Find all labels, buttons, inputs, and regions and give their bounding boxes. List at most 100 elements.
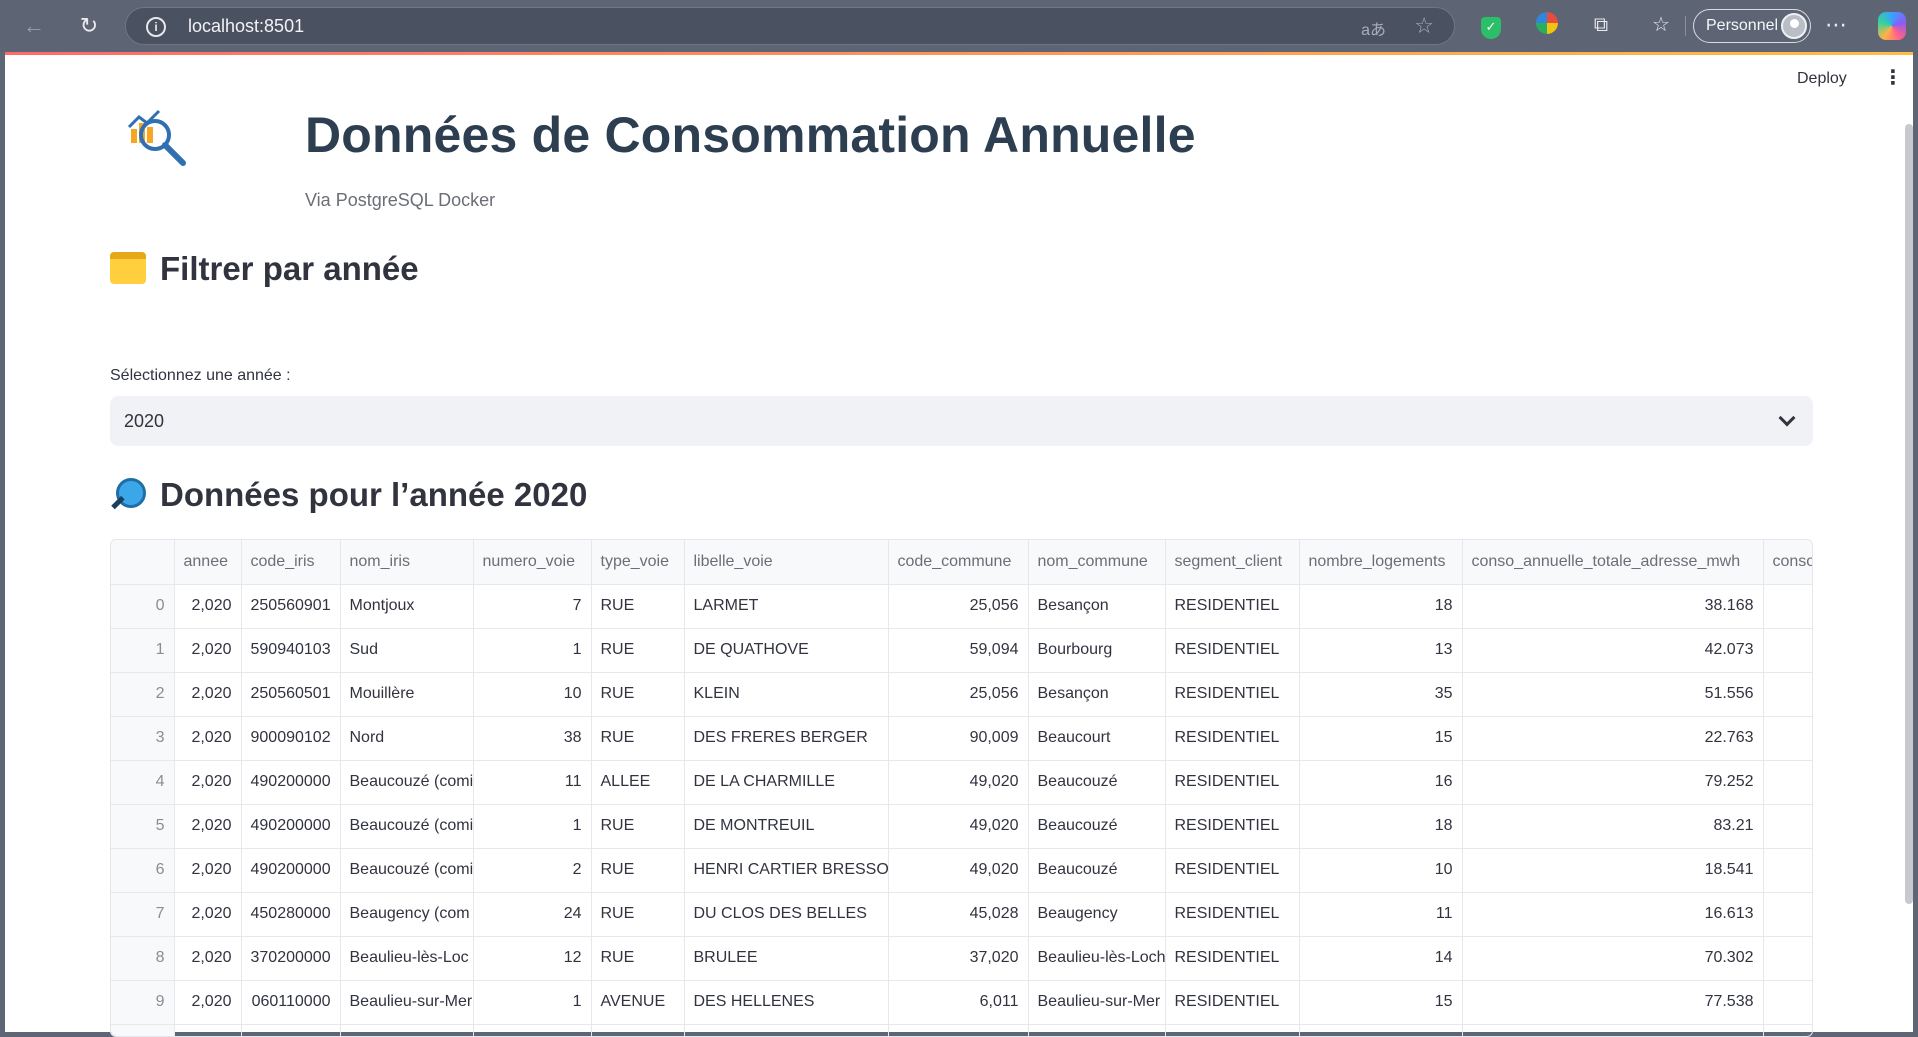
- table-row[interactable]: 5 2,020 490200000 Beaucouzé (comi 1 RUE DE MON…: [111, 804, 1812, 849]
- table-cell[interactable]: Beaucouzé (comi: [340, 804, 474, 849]
- table-cell[interactable]: 060110000: [241, 980, 341, 1025]
- table-cell[interactable]: RESIDENTIEL: [1165, 584, 1300, 629]
- table-cell[interactable]: 370200000: [241, 936, 341, 981]
- table-cell[interactable]: 22.763: [1462, 716, 1764, 761]
- table-cell[interactable]: RUE: [591, 672, 685, 717]
- table-cell[interactable]: 2,020: [174, 936, 242, 981]
- table-cell[interactable]: [111, 1024, 175, 1036]
- table-cell[interactable]: 2,020: [174, 760, 242, 805]
- table-cell[interactable]: Beaugency: [1028, 892, 1166, 937]
- table-cell[interactable]: 2,020: [174, 628, 242, 673]
- table-cell[interactable]: RUE: [591, 716, 685, 761]
- table-row[interactable]: 0 2,020 250560901 Montjoux 7 RUE LARMET 25,056 B…: [111, 584, 1812, 629]
- row-index[interactable]: 9: [111, 980, 175, 1025]
- column-header[interactable]: [111, 540, 175, 585]
- column-header[interactable]: annee: [174, 540, 242, 585]
- table-cell[interactable]: KLEIN: [684, 672, 889, 717]
- table-cell[interactable]: Beaulieu-sur-Mer: [1028, 980, 1166, 1025]
- table-cell[interactable]: 38.168: [1462, 584, 1764, 629]
- table-cell[interactable]: 7: [473, 584, 592, 629]
- table-cell[interactable]: Beaucouzé: [1028, 760, 1166, 805]
- table-cell[interactable]: Beaucouzé (comi: [340, 760, 474, 805]
- table-cell[interactable]: [1028, 1024, 1166, 1036]
- table-cell[interactable]: 15: [1299, 980, 1463, 1025]
- table-cell[interactable]: [473, 1024, 592, 1036]
- table-cell[interactable]: 49,020: [888, 760, 1029, 805]
- table-cell[interactable]: Beaucouzé: [1028, 848, 1166, 893]
- table-cell[interactable]: 10: [1299, 848, 1463, 893]
- table-cell[interactable]: RUE: [591, 584, 685, 629]
- table-cell[interactable]: 2,020: [174, 848, 242, 893]
- table-cell[interactable]: 16.613: [1462, 892, 1764, 937]
- table-row[interactable]: 1 2,020 590940103 Sud 1 RUE DE QUATHOVE 59,094 B…: [111, 628, 1812, 673]
- table-cell[interactable]: DES FRERES BERGER: [684, 716, 889, 761]
- table-cell[interactable]: 2,020: [174, 716, 242, 761]
- table-cell[interactable]: [1763, 760, 1812, 805]
- table-cell[interactable]: 25,056: [888, 672, 1029, 717]
- table-cell[interactable]: RESIDENTIEL: [1165, 936, 1300, 981]
- table-cell[interactable]: Besançon: [1028, 672, 1166, 717]
- table-cell[interactable]: RUE: [591, 892, 685, 937]
- table-cell[interactable]: 77.538: [1462, 980, 1764, 1025]
- table-cell[interactable]: 11: [473, 760, 592, 805]
- table-cell[interactable]: 6,011: [888, 980, 1029, 1025]
- table-cell[interactable]: DU CLOS DES BELLES: [684, 892, 889, 937]
- table-cell[interactable]: RESIDENTIEL: [1165, 980, 1300, 1025]
- table-cell[interactable]: 18: [1299, 584, 1463, 629]
- table-cell[interactable]: 450280000: [241, 892, 341, 937]
- address-url[interactable]: localhost:8501: [188, 8, 304, 44]
- table-row[interactable]: 7 2,020 450280000 Beaugency (com 24 RUE DU CLO…: [111, 892, 1812, 937]
- table-cell[interactable]: 70.302: [1462, 936, 1764, 981]
- favorites-icon[interactable]: ☆: [1648, 12, 1674, 38]
- table-cell[interactable]: Besançon: [1028, 584, 1166, 629]
- row-index[interactable]: 0: [111, 584, 175, 629]
- row-index[interactable]: 1: [111, 628, 175, 673]
- table-cell[interactable]: 490200000: [241, 804, 341, 849]
- column-header[interactable]: nom_iris: [340, 540, 474, 585]
- reload-icon[interactable]: ↻: [72, 10, 106, 42]
- table-cell[interactable]: 1: [473, 804, 592, 849]
- table-cell[interactable]: Montjoux: [340, 584, 474, 629]
- table-cell[interactable]: 15: [1299, 716, 1463, 761]
- table-cell[interactable]: DES HELLENES: [684, 980, 889, 1025]
- table-cell[interactable]: Beaugency (com: [340, 892, 474, 937]
- table-cell[interactable]: 35: [1299, 672, 1463, 717]
- table-cell[interactable]: [174, 1024, 242, 1036]
- main-menu-icon[interactable]: ⋮: [1883, 66, 1903, 90]
- table-cell[interactable]: 12: [473, 936, 592, 981]
- table-cell[interactable]: RESIDENTIEL: [1165, 628, 1300, 673]
- column-header[interactable]: nom_commune: [1028, 540, 1166, 585]
- table-cell[interactable]: 14: [1299, 936, 1463, 981]
- table-cell[interactable]: 11: [1299, 892, 1463, 937]
- table-cell[interactable]: [1763, 628, 1812, 673]
- table-row-partial[interactable]: [111, 1024, 1812, 1036]
- table-cell[interactable]: Beaucouzé: [1028, 804, 1166, 849]
- table-cell[interactable]: 1: [473, 980, 592, 1025]
- table-cell[interactable]: [1763, 672, 1812, 717]
- table-cell[interactable]: [241, 1024, 341, 1036]
- table-cell[interactable]: 37,020: [888, 936, 1029, 981]
- table-row[interactable]: 8 2,020 370200000 Beaulieu-lès-Loc 12 RUE BRUL…: [111, 936, 1812, 981]
- table-cell[interactable]: RESIDENTIEL: [1165, 716, 1300, 761]
- table-cell[interactable]: RESIDENTIEL: [1165, 672, 1300, 717]
- table-cell[interactable]: 38: [473, 716, 592, 761]
- table-cell[interactable]: [1165, 1024, 1300, 1036]
- address-bar[interactable]: i localhost:8501 aあ ☆: [125, 7, 1455, 45]
- table-cell[interactable]: RUE: [591, 848, 685, 893]
- table-cell[interactable]: 2,020: [174, 892, 242, 937]
- table-cell[interactable]: [1763, 716, 1812, 761]
- row-index[interactable]: 6: [111, 848, 175, 893]
- data-table[interactable]: annee code_iris nom_iris numero_voie typ…: [110, 539, 1813, 1037]
- more-icon[interactable]: ⋯: [1825, 10, 1847, 40]
- table-cell[interactable]: 900090102: [241, 716, 341, 761]
- table-cell[interactable]: HENRI CARTIER BRESSON: [684, 848, 889, 893]
- table-cell[interactable]: 2,020: [174, 672, 242, 717]
- table-cell[interactable]: [1763, 936, 1812, 981]
- table-row[interactable]: 6 2,020 490200000 Beaucouzé (comi 2 RUE HENRI …: [111, 848, 1812, 893]
- table-cell[interactable]: 13: [1299, 628, 1463, 673]
- star-icon[interactable]: ☆: [1414, 13, 1434, 39]
- row-index[interactable]: 7: [111, 892, 175, 937]
- table-cell[interactable]: 83.21: [1462, 804, 1764, 849]
- column-header[interactable]: conso: [1763, 540, 1812, 585]
- copilot-icon[interactable]: [1878, 12, 1906, 40]
